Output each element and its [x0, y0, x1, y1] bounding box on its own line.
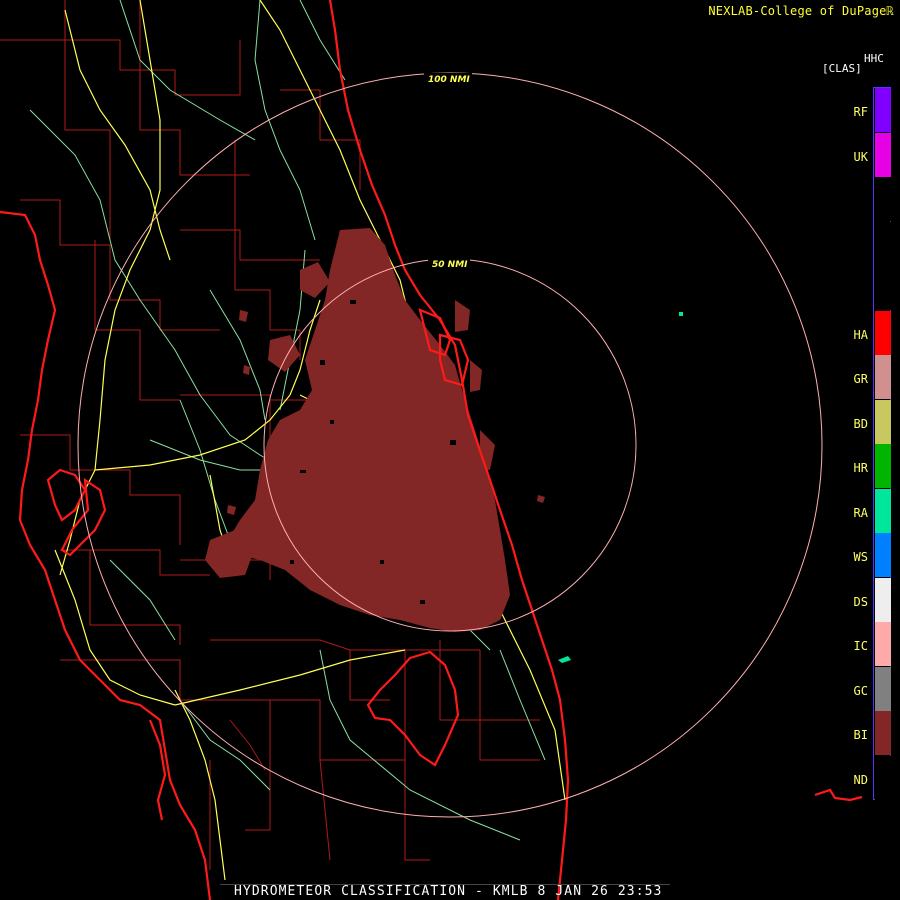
legend-swatch [875, 310, 891, 355]
legend-label-ic: IC [853, 639, 868, 653]
radar-map: 100 NMI 50 NMI [0, 0, 863, 900]
legend-swatch [875, 622, 891, 666]
product-caption: HYDROMETEOR CLASSIFICATION - KMLB 8 JAN … [234, 884, 663, 899]
legend-swatch [875, 266, 891, 310]
radar-display: 100 NMI 50 NMI NEXLAB-College of DuPageℝ… [0, 0, 900, 900]
legend-color-bar [873, 87, 891, 800]
legend-label-gc: GC [853, 683, 868, 698]
legend-swatch [875, 399, 891, 444]
legend-swatch [875, 355, 891, 399]
legend-label-ra: RA [853, 505, 868, 520]
legend-swatch [875, 755, 891, 800]
small-echoes [558, 312, 683, 663]
radar-echo-region [205, 228, 545, 632]
legend-label-rf: RF [853, 105, 868, 119]
legend-swatch [875, 666, 891, 711]
legend-swatch [875, 488, 891, 533]
range-ring-labels: 100 NMI 50 NMI [424, 73, 472, 270]
legend-swatch [875, 132, 891, 177]
legend-label-nd: ND [853, 772, 868, 787]
legend-swatch [875, 88, 891, 132]
legend-swatch [875, 444, 891, 488]
range-label-50: 50 NMI [432, 260, 468, 270]
credit-text: NEXLAB-College of DuPageℝ [708, 4, 894, 18]
legend-swatch [875, 577, 891, 622]
legend-title: HHC [864, 52, 884, 65]
legend-swatch [875, 711, 891, 755]
range-label-100: 100 NMI [428, 75, 470, 85]
legend-label-gr: GR [853, 372, 868, 386]
legend-swatch [875, 221, 891, 266]
legend-label-ws: WS [853, 550, 868, 564]
legend-label-ha: HA [853, 327, 868, 342]
legend-swatch [875, 177, 891, 221]
legend-label-hr: HR [853, 461, 868, 475]
credit-label: NEXLAB-College of DuPage [708, 4, 887, 18]
legend-subtitle: [CLAS] [822, 62, 862, 75]
legend-label-bd: BD [853, 416, 868, 431]
legend-swatch [875, 533, 891, 577]
legend-label-uk: UK [853, 149, 868, 164]
legend-label-bi: BI [853, 728, 868, 742]
legend-label-ds: DS [853, 594, 868, 609]
college-logo-icon: ℝ [886, 4, 894, 18]
